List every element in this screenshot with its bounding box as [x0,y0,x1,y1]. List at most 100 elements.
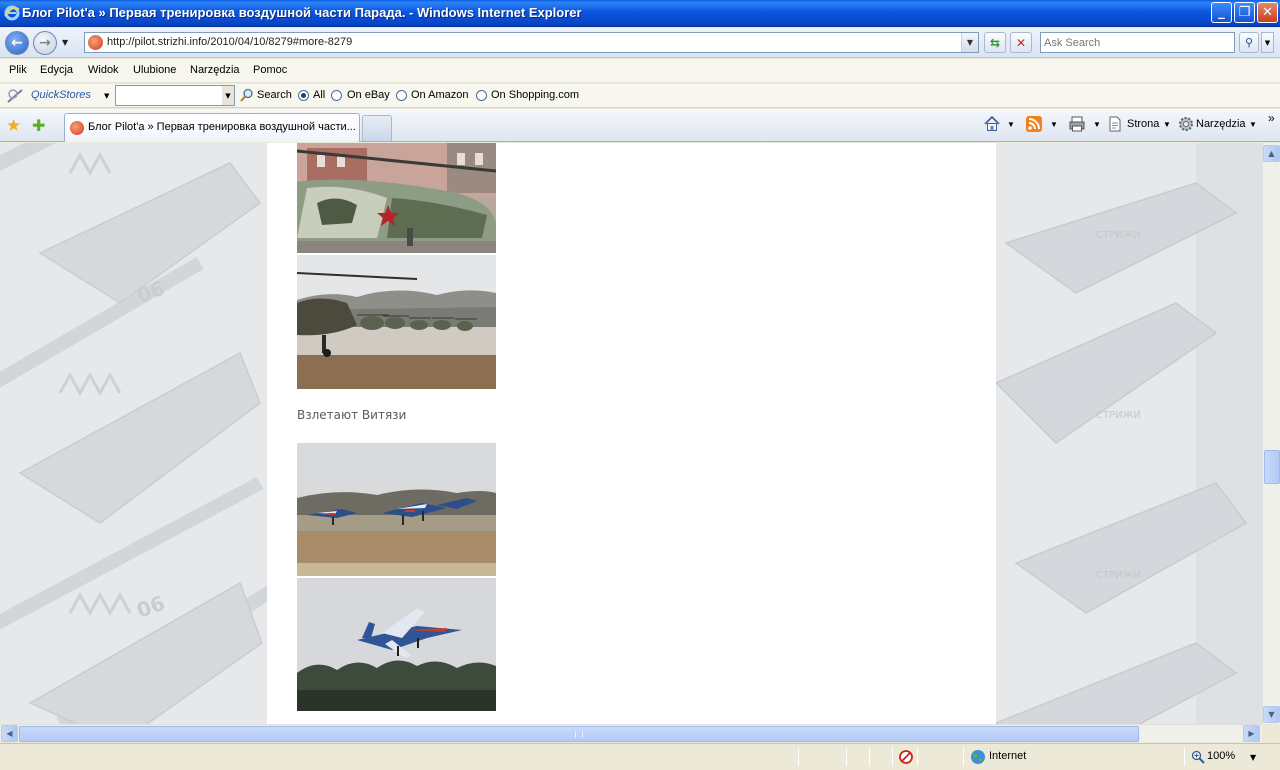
toolbar-overflow-icon[interactable]: » [1268,111,1275,125]
tab-title[interactable]: Блог Pilot'a » Первая тренировка воздушн… [88,121,356,133]
photo-helicopters-lineup[interactable] [297,255,496,389]
zoom-level[interactable]: 100% [1207,750,1235,762]
forward-button[interactable]: → [33,31,57,55]
new-tab-button[interactable] [362,115,392,141]
menu-edit[interactable]: Edycja [40,64,73,76]
stop-icon: ✕ [1015,35,1027,50]
scroll-right-button[interactable]: ▶ [1243,725,1260,742]
print-dropdown-icon[interactable]: ▼ [1093,120,1101,129]
menu-bar: Plik Edycja Widok Ulubione Narzędzia Pom… [0,59,1280,83]
menu-favorites[interactable]: Ulubione [133,64,176,76]
radio-ebay-label[interactable]: On eBay [347,89,390,101]
magnifier-icon[interactable] [240,88,254,102]
scrollbar-corner [1262,724,1280,742]
url-text[interactable]: http://pilot.strizhi.info/2010/04/10/827… [107,36,352,48]
horizontal-scrollbar[interactable]: ◀ ▶ [0,724,1262,742]
radio-shopping-label[interactable]: On Shopping.com [491,89,579,101]
address-dropdown-icon[interactable]: ▼ [961,33,978,52]
status-divider [869,748,870,766]
vertical-scrollbar[interactable]: ▲ ▼ [1262,143,1280,724]
radio-amazon-label[interactable]: On Amazon [411,89,468,101]
quickstores-search-button[interactable]: Search [257,89,292,101]
svg-text:СТРИЖИ: СТРИЖИ [1096,570,1141,581]
chevron-right-icon: ▶ [1248,729,1255,738]
history-dropdown-icon[interactable]: ▼ [62,38,68,47]
search-go-button[interactable]: ⚲ [1239,32,1259,53]
radio-amazon[interactable] [396,90,407,101]
page-menu-button[interactable]: Strona [1127,118,1159,130]
globe-icon [971,750,985,764]
status-divider [798,748,799,766]
refresh-button[interactable]: ⇆ [984,32,1006,53]
background-pattern-left: 06 06 06 [0,143,267,724]
horizontal-scroll-thumb[interactable] [19,726,1139,742]
quickstores-menu-dropdown[interactable]: ▼ [104,92,109,100]
scroll-left-button[interactable]: ◀ [1,725,18,742]
tab-bar: ★ ✚ Блог Pilot'a » Первая тренировка воз… [0,109,1280,142]
menu-help[interactable]: Pomoc [253,64,287,76]
radio-all[interactable] [298,90,309,101]
svg-text:СТРИЖИ: СТРИЖИ [1096,230,1141,241]
menu-file[interactable]: Plik [9,64,27,76]
title-bar: Блог Pilot'a » Первая тренировка воздушн… [0,0,1280,27]
quickstores-logo-icon [7,89,23,103]
arrow-left-icon: ← [11,35,23,51]
photo-jets-taxiing[interactable] [297,443,496,576]
tab-active[interactable]: Блог Pilot'a » Первая тренировка воздушн… [64,113,360,142]
zoom-dropdown-icon[interactable]: ▼ [1250,753,1256,762]
svg-text:СТРИЖИ: СТРИЖИ [1096,410,1141,421]
search-options-dropdown[interactable]: ▼ [1261,32,1274,53]
quickstores-search-input[interactable]: ▼ [115,85,235,106]
search-field[interactable] [1040,32,1235,53]
feeds-dropdown-icon[interactable]: ▼ [1050,120,1058,129]
zoom-icon[interactable] [1191,750,1205,764]
rss-feed-icon[interactable] [1025,115,1043,133]
stop-button[interactable]: ✕ [1010,32,1032,53]
chevron-up-icon: ▲ [1268,149,1275,158]
scroll-up-button[interactable]: ▲ [1263,145,1280,162]
refresh-icon: ⇆ [989,35,1001,50]
address-toolbar: ← → ▼ http://pilot.strizhi.info/2010/04/… [0,28,1280,58]
home-dropdown-icon[interactable]: ▼ [1007,120,1015,129]
status-divider [917,748,918,766]
security-zone-label[interactable]: Internet [989,750,1026,762]
chevron-down-icon: ▼ [1268,710,1275,719]
home-icon[interactable] [983,115,1001,133]
search-icon: ⚲ [1244,36,1254,49]
tools-menu-button[interactable]: Narzędzia [1196,118,1246,130]
favorites-star-icon[interactable]: ★ [6,116,21,136]
close-button[interactable]: ✕ [1257,2,1278,23]
ie-logo-icon [4,5,20,21]
address-field[interactable]: http://pilot.strizhi.info/2010/04/10/827… [84,32,979,53]
window-title: Блог Pilot'a » Первая тренировка воздушн… [22,5,582,20]
vertical-scroll-thumb[interactable] [1264,450,1280,484]
quickstores-toolbar: QuickStores ▼ ▼ Search All On eBay On Am… [0,84,1280,108]
scroll-down-button[interactable]: ▼ [1263,706,1280,723]
photo-jet-takeoff[interactable] [297,578,496,711]
back-button[interactable]: ← [5,31,29,55]
arrow-right-icon: → [39,35,51,51]
popup-blocked-icon[interactable] [898,749,914,765]
print-icon[interactable] [1068,115,1086,133]
radio-ebay[interactable] [331,90,342,101]
tools-dropdown-icon[interactable]: ▼ [1249,120,1257,129]
background-pattern-right: СТРИЖИ СТРИЖИ СТРИЖИ [996,143,1262,724]
photo-helicopter-closeup[interactable] [297,143,496,253]
restore-button[interactable]: ❐ [1234,2,1255,23]
page-dropdown-icon[interactable]: ▼ [1163,120,1171,129]
page-icon [1109,116,1121,132]
search-input[interactable] [1041,33,1234,52]
radio-shopping[interactable] [476,90,487,101]
menu-view[interactable]: Widok [88,64,119,76]
minimize-button[interactable]: _ [1211,2,1232,23]
chevron-down-icon[interactable]: ▼ [222,86,234,105]
gear-icon [1179,117,1193,131]
add-favorite-icon[interactable]: ✚ [32,116,45,135]
menu-tools[interactable]: Narzędzia [190,64,240,76]
quickstores-label: QuickStores [31,89,91,101]
site-favicon-icon [88,35,103,50]
blog-post-content: Взлетают Витязи [267,143,996,724]
status-divider [963,748,964,766]
radio-all-label[interactable]: All [313,89,325,101]
chevron-left-icon: ◀ [6,729,13,738]
